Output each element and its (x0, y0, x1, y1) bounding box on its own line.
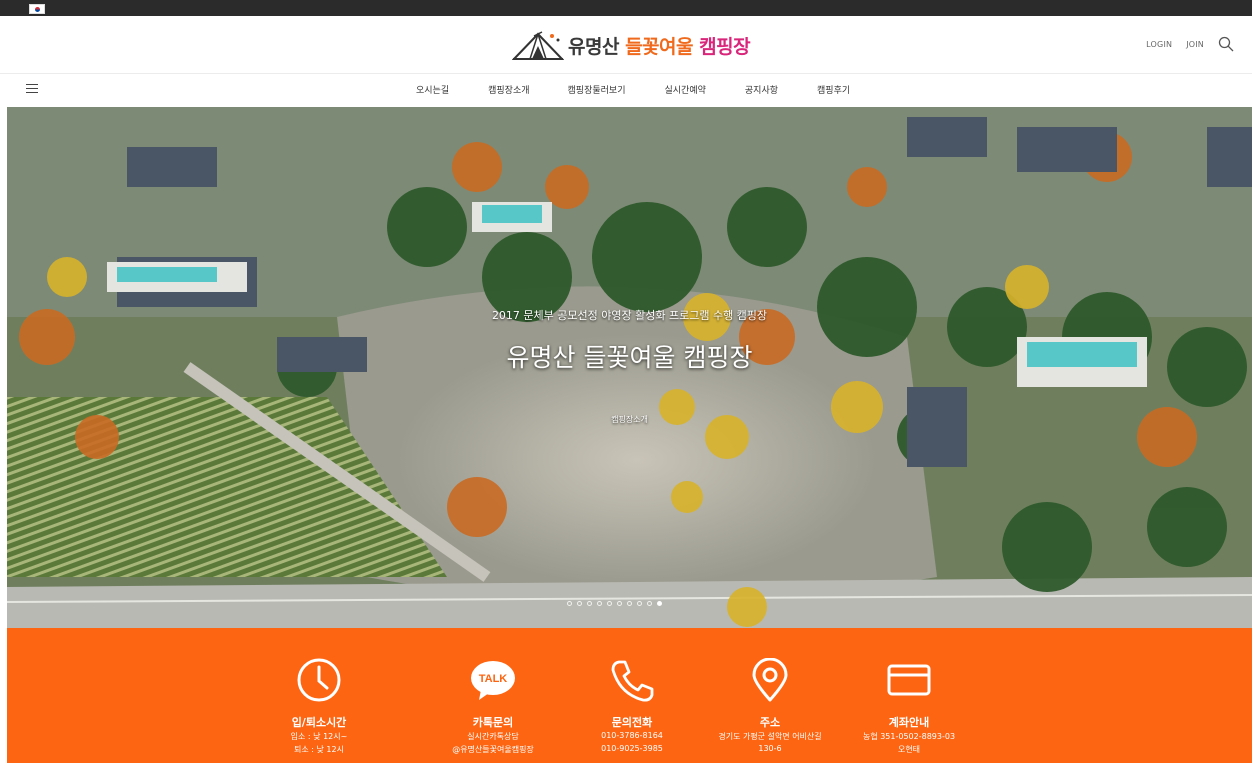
info-line: 010-3786-8164 (601, 731, 663, 740)
nav-item-intro[interactable]: 캠핑장소개 (488, 83, 529, 96)
logo-text: 유명산 들꽃여울 캠핑장 (568, 32, 751, 59)
hero-subtitle: 2017 문체부 공모선정 야영장 활성화 프로그램 수행 캠핑장 (491, 309, 768, 322)
info-line: 농협 351-0502-8893-03 (862, 732, 956, 741)
map-pin-icon (752, 658, 788, 702)
info-bar: 입/퇴소시간 입소 : 낮 12시~ 퇴소 : 낮 12시 TALK 카톡문의 … (7, 628, 1252, 763)
info-line: 퇴소 : 낮 12시 (294, 745, 344, 754)
kakao-icon-text: TALK (479, 673, 508, 685)
info-line: @유명산들꽃여울캠핑장 (452, 745, 534, 754)
hero-intro-button[interactable]: 캠핑장소개 (7, 414, 1252, 425)
info-line: 경기도 가평군 설악면 어비산길 (718, 732, 822, 741)
slider-dot[interactable] (587, 601, 592, 606)
info-line: 입소 : 낮 12시~ (290, 732, 348, 741)
slider-dot[interactable] (597, 601, 602, 606)
hamburger-menu-icon[interactable] (26, 84, 38, 94)
login-link[interactable]: LOGIN (1146, 40, 1172, 49)
info-title: 입/퇴소시간 (291, 716, 347, 729)
header-links: LOGIN JOIN (1146, 36, 1234, 52)
site-header: 유명산 들꽃여울 캠핑장 LOGIN JOIN (0, 16, 1252, 74)
hero-title: 유명산 들꽃여울 캠핑장 (506, 343, 753, 372)
slider-dot[interactable] (607, 601, 612, 606)
search-icon[interactable] (1218, 36, 1234, 52)
nav-item-tour[interactable]: 캠핑장둘러보기 (568, 83, 626, 96)
info-title: 계좌안내 (888, 716, 930, 729)
slider-pagination (567, 601, 662, 606)
info-title: 문의전화 (611, 716, 653, 729)
info-line: 오현태 (897, 745, 921, 754)
credit-card-icon (887, 664, 931, 696)
site-logo[interactable]: 유명산 들꽃여울 캠핑장 (512, 27, 751, 63)
slider-dot[interactable] (657, 601, 662, 606)
nav-item-notice[interactable]: 공지사항 (745, 83, 778, 96)
nav-item-reviews[interactable]: 캠핑후기 (817, 83, 850, 96)
clock-icon (297, 658, 341, 702)
nav-item-directions[interactable]: 오시는길 (416, 83, 449, 96)
slider-dot[interactable] (647, 601, 652, 606)
top-bar (0, 0, 1252, 16)
slider-dot[interactable] (627, 601, 632, 606)
info-title: 카톡문의 (472, 716, 514, 729)
slider-dot[interactable] (637, 601, 642, 606)
nav-item-reservation[interactable]: 실시간예약 (665, 83, 706, 96)
info-line: 130-6 (758, 744, 782, 753)
slider-dot[interactable] (567, 601, 572, 606)
info-line: 실시간카톡상담 (467, 732, 519, 741)
korea-flag-icon[interactable] (29, 4, 45, 14)
logo-text-part: 들꽃여울 (625, 35, 700, 58)
logo-text-part: 캠핑장 (699, 35, 751, 58)
phone-icon[interactable] (610, 658, 654, 702)
tent-logo-icon (512, 31, 564, 60)
info-line: 010-9025-3985 (601, 744, 663, 753)
hero-slider: 2017 문체부 공모선정 야영장 활성화 프로그램 수행 캠핑장 유명산 들꽃… (7, 107, 1252, 628)
info-title: 주소 (759, 716, 781, 729)
slider-dot[interactable] (577, 601, 582, 606)
nav-items: 오시는길 캠핑장소개 캠핑장둘러보기 실시간예약 공지사항 캠핑후기 (416, 83, 850, 96)
logo-text-part: 유명산 (568, 35, 626, 58)
main-nav: 오시는길 캠핑장소개 캠핑장둘러보기 실시간예약 공지사항 캠핑후기 (0, 74, 1252, 106)
slider-dot[interactable] (617, 601, 622, 606)
kakao-talk-icon[interactable]: TALK (471, 658, 515, 702)
join-link[interactable]: JOIN (1186, 40, 1204, 49)
